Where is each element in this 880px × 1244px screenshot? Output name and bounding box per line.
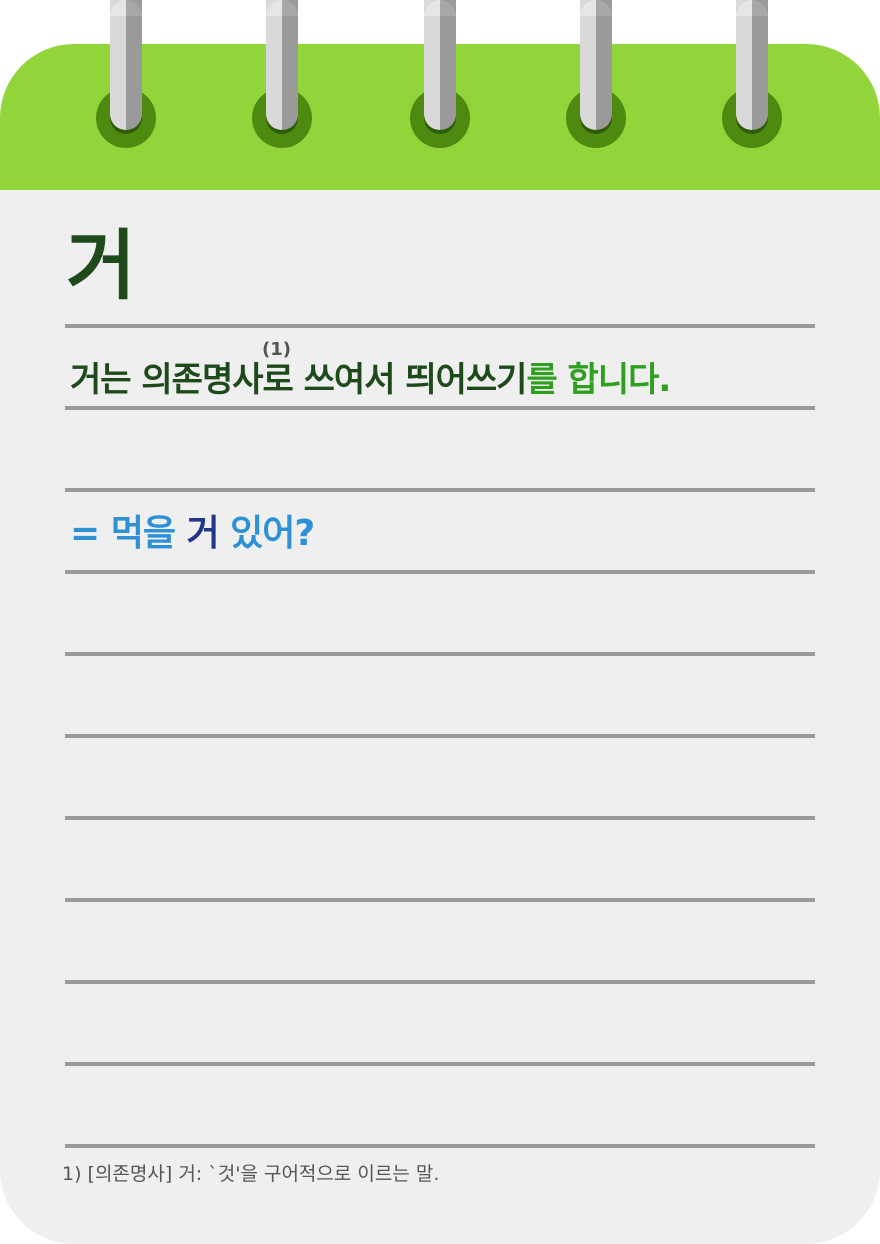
rule-line — [65, 570, 815, 574]
ring-icon — [250, 0, 314, 150]
rule-line — [65, 898, 815, 902]
sentence-part-1: 거는 의존명사로 쓰여서 띄어쓰기 — [70, 360, 527, 400]
example-highlight: 거 — [186, 513, 219, 554]
rule-sentence: 거는 의존명사로 쓰여서 띄어쓰기를 합니다. — [70, 360, 671, 400]
ring-icon — [408, 0, 472, 150]
footnote: 1) [의존명사] 거: `것'을 구어적으로 이르는 말. — [62, 1163, 440, 1185]
rule-line — [65, 980, 815, 984]
rule-line — [65, 488, 815, 492]
example-suffix: 있어? — [218, 513, 315, 554]
rule-line — [65, 652, 815, 656]
rule-line — [65, 816, 815, 820]
ring-icon — [564, 0, 628, 150]
rule-line — [65, 1144, 815, 1148]
sentence-part-2: 를 합니다. — [526, 360, 671, 400]
rule-line — [65, 324, 815, 328]
rule-line — [65, 734, 815, 738]
rule-line — [65, 406, 815, 410]
ring-icon — [720, 0, 784, 150]
ring-icon — [94, 0, 158, 150]
rule-line — [65, 1062, 815, 1066]
example-sentence: = 먹을 거 있어? — [70, 513, 315, 554]
footnote-marker: (1) — [262, 339, 291, 360]
example-prefix: = 먹을 — [70, 513, 187, 554]
page-title: 거 — [66, 221, 136, 310]
